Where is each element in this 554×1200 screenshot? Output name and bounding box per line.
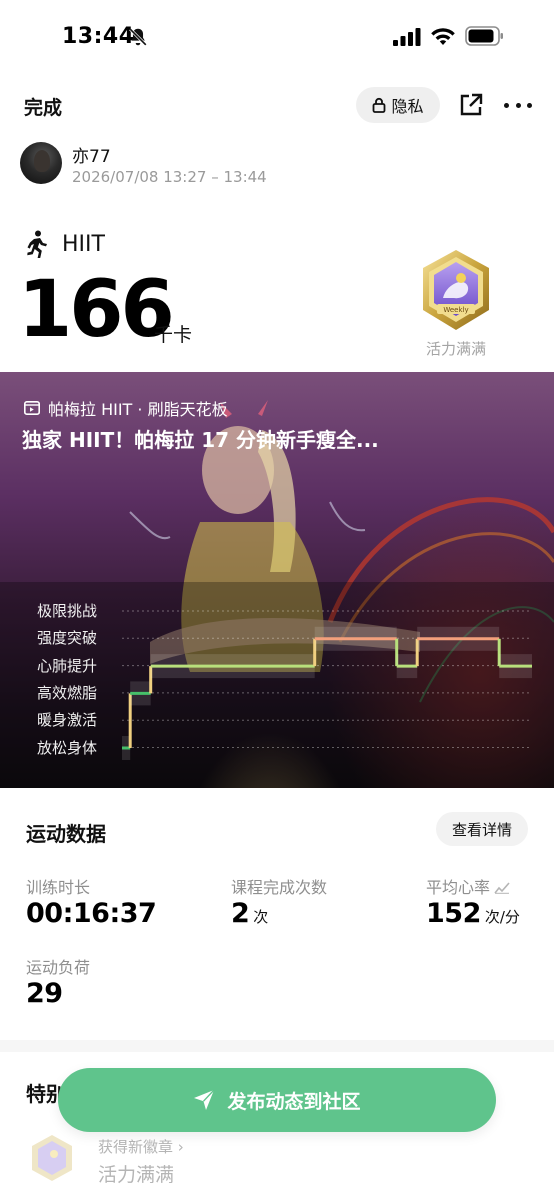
badge-weekly-text: Weekly	[443, 306, 468, 314]
privacy-label: 隐私	[391, 97, 424, 116]
new-badge-icon[interactable]	[30, 1134, 74, 1182]
calories-unit: 千卡	[154, 324, 193, 346]
send-icon	[194, 1089, 215, 1110]
training-load-label: 运动负荷	[26, 958, 91, 977]
workout-datetime: 2026/07/08 13:27 – 13:44	[72, 168, 267, 186]
weekly-badge-icon[interactable]: Weekly	[417, 248, 495, 332]
privacy-button[interactable]: 隐私	[356, 87, 440, 123]
zone-label: 极限挑战	[37, 602, 98, 620]
view-details-button[interactable]: 查看详情	[436, 812, 528, 846]
bell-off-icon	[129, 28, 147, 46]
new-badge-label[interactable]: 获得新徽章 ›	[98, 1136, 184, 1157]
completions-unit: 次	[253, 908, 269, 926]
avg-heart-rate-unit: 次/分	[484, 908, 520, 926]
workout-data-title: 运动数据	[26, 822, 106, 846]
dot-icon	[527, 102, 532, 108]
username[interactable]: 亦77	[72, 142, 111, 167]
duration-label: 训练时长	[26, 878, 91, 897]
completions-label: 课程完成次数	[231, 878, 328, 897]
zone-label: 强度突破	[37, 629, 98, 648]
done-button[interactable]: 完成	[24, 93, 62, 120]
zone-label: 暖身激活	[37, 711, 98, 730]
avg-heart-rate-value: 152	[426, 898, 481, 929]
section-divider	[0, 1040, 554, 1052]
avg-heart-rate-label-row[interactable]: 平均心率	[426, 874, 510, 898]
avatar[interactable]	[20, 142, 62, 184]
avg-heart-rate-metric: 152 次/分	[426, 898, 520, 929]
training-load-value: 29	[26, 978, 63, 1009]
zone-label: 放松身体	[37, 738, 98, 757]
completions-metric: 2次	[231, 898, 268, 929]
workout-type: HIIT	[62, 232, 105, 257]
signal-icon	[393, 28, 421, 46]
lock-icon	[373, 97, 386, 113]
publish-to-community-button[interactable]: 发布动态到社区	[58, 1068, 496, 1132]
avg-heart-rate-label: 平均心率	[426, 878, 491, 897]
share-icon[interactable]	[458, 92, 484, 118]
dot-icon	[515, 102, 521, 108]
publish-label: 发布动态到社区	[227, 1090, 361, 1113]
zone-label: 心肺提升	[37, 656, 98, 675]
course-video-card[interactable]: 帕梅拉 HIIT · 刷脂天花板 独家 HIIT！帕梅拉 17 分钟新手瘦全..…	[0, 372, 554, 788]
top-bar: 完成 隐私	[0, 80, 554, 130]
zone-label: 高效燃脂	[37, 683, 98, 702]
runner-icon	[27, 230, 47, 258]
more-options-button[interactable]	[504, 93, 532, 117]
badge-label: 活力满满	[425, 340, 486, 358]
completions-value: 2	[231, 898, 250, 929]
new-badge-name: 活力满满	[98, 1164, 175, 1186]
battery-icon	[465, 26, 503, 46]
dot-icon	[504, 102, 509, 108]
wifi-icon	[431, 28, 455, 45]
duration-value: 00:16:37	[26, 898, 157, 929]
heart-rate-chart-icon	[494, 882, 510, 894]
calories-value: 166	[18, 265, 175, 355]
status-bar: 13:44	[0, 0, 554, 74]
status-time: 13:44	[62, 24, 135, 49]
